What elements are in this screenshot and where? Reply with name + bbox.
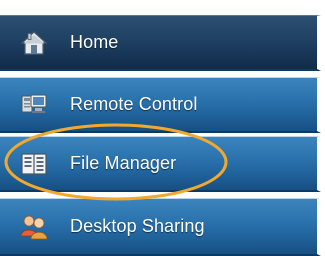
home-icon [20, 29, 48, 57]
menu-item-label: Remote Control [70, 94, 198, 114]
menu-item-remote-control[interactable]: Remote Control [0, 77, 321, 133]
menu-item-desktop-sharing[interactable]: Desktop Sharing [0, 198, 321, 256]
menu-item-file-manager[interactable]: File Manager [0, 136, 321, 192]
sidebar-menu: Home Remote Control File Manager Desktop… [0, 0, 325, 256]
menu-item-label: File Manager [70, 153, 177, 173]
desktop-sharing-icon [20, 213, 48, 241]
menu-item-label: Home [70, 32, 119, 52]
file-manager-icon [20, 150, 48, 178]
menu-item-home[interactable]: Home [0, 15, 321, 71]
menu-item-label: Desktop Sharing [70, 216, 205, 236]
remote-control-icon [20, 91, 48, 119]
